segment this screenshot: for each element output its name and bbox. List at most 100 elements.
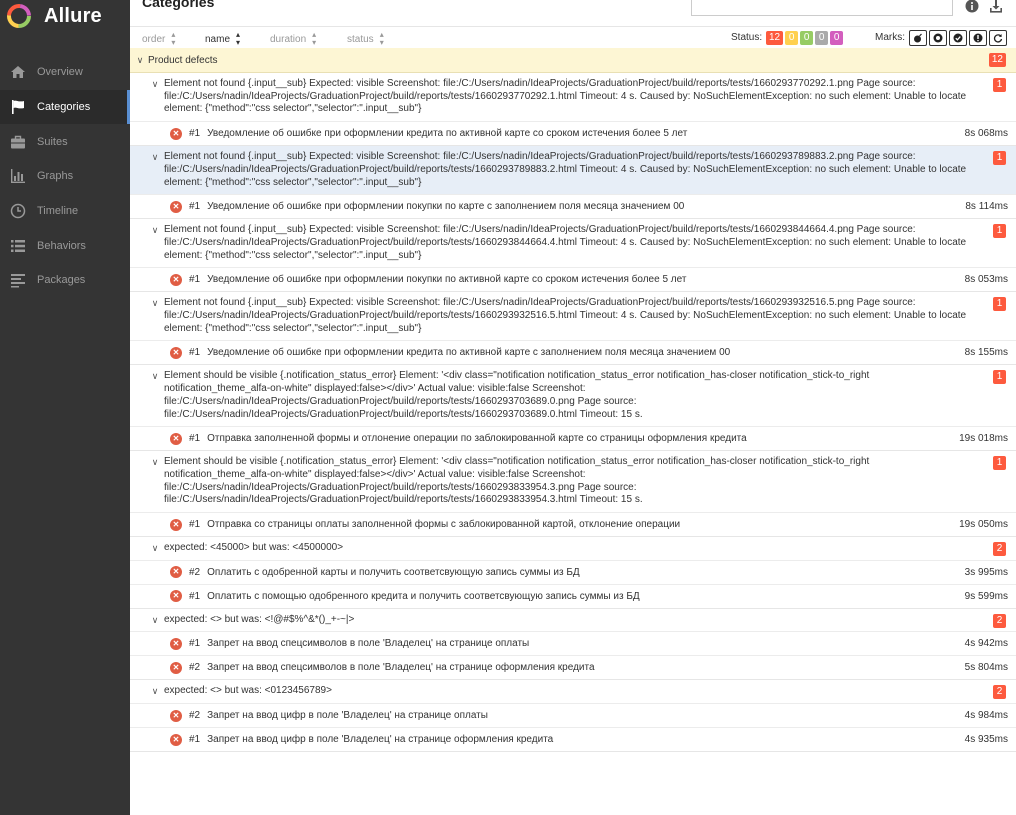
categories-tree: ∨ Product defects 12 ∨ Element not found … [130, 48, 1016, 753]
sort-label: order [142, 33, 166, 45]
category-item: ∨ expected: <> but was: <0123456789> 2 ✕ #2 З… [130, 680, 1016, 753]
status-skipped-toggle[interactable]: 0 [815, 31, 829, 45]
category-message: Element should be visible {.notification… [164, 370, 870, 420]
status-failed-toggle[interactable]: 12 [766, 31, 784, 45]
sort-arrows-icon: ▴ ▾ [236, 30, 241, 47]
test-number: #1 [189, 128, 201, 140]
list-icon [9, 237, 27, 255]
test-row[interactable]: ✕ #2 Оплатить с одобренной карты и получит… [130, 559, 1016, 584]
failed-status-icon: ✕ [170, 637, 182, 650]
category-header[interactable]: ∨ expected: <45000> but was: <4500000> 2 [130, 537, 1016, 560]
test-row[interactable]: ✕ #1 Отправка со страницы оплаты заполненн… [130, 512, 1016, 536]
mark-retries-toggle[interactable] [989, 30, 1007, 46]
failed-status-icon: ✕ [170, 200, 182, 213]
mark-flaky-toggle[interactable] [909, 30, 927, 46]
test-number: #1 [189, 519, 201, 531]
test-row[interactable]: ✕ #2 Запрет на ввод цифр в поле 'Владелец'… [130, 703, 1016, 727]
test-row[interactable]: ✕ #1 Уведомление об ошибке при оформлении … [130, 194, 1016, 218]
test-number: #1 [189, 274, 201, 286]
test-number: #1 [189, 201, 201, 213]
sort-duration[interactable]: duration ▴ ▾ [270, 31, 316, 47]
group-name: Product defects [148, 54, 218, 66]
category-failed-count: 2 [993, 685, 1006, 700]
sort-arrows-icon: ▴ ▾ [379, 30, 384, 47]
search-input[interactable] [691, 0, 953, 16]
sort-status[interactable]: status ▴ ▾ [347, 31, 384, 47]
sort-name[interactable]: name ▴ ▾ [205, 31, 240, 47]
chevron-down-icon: ∨ [151, 371, 159, 382]
test-number: #1 [189, 433, 201, 445]
sidebar-item-overview[interactable]: Overview [0, 55, 130, 90]
chevron-down-icon: ∨ [151, 152, 159, 163]
marks-filter-label: Marks: [875, 32, 905, 43]
category-item: ∨ Element should be visible {.notificatio… [130, 365, 1016, 452]
category-header[interactable]: ∨ Element not found {.input__sub} Expecte… [130, 146, 1016, 195]
test-name: Уведомление об ошибке при оформлении пок… [207, 274, 687, 286]
chevron-down-icon: ∨ [151, 614, 159, 625]
failed-status-icon: ✕ [170, 432, 182, 445]
brand[interactable]: Allure [6, 2, 102, 30]
sidebar-item-behaviors[interactable]: Behaviors [0, 228, 130, 263]
alert-circle-icon [973, 33, 983, 43]
test-row[interactable]: ✕ #1 Запрет на ввод спецсимволов в поле 'В… [130, 631, 1016, 655]
sidebar-item-packages[interactable]: Packages [0, 263, 130, 298]
category-failed-count: 1 [993, 456, 1006, 471]
mark-new-broken-toggle[interactable] [969, 30, 987, 46]
download-icon[interactable] [988, 0, 1004, 14]
sidebar-item-categories[interactable]: Categories [0, 89, 130, 125]
sidebar-item-timeline[interactable]: Timeline [0, 194, 130, 229]
allure-report: Allure Overview Categories Suites Graphs Tim… [0, 0, 1016, 815]
category-message: Element not found {.input__sub} Expected… [164, 151, 967, 188]
test-row[interactable]: ✕ #1 Уведомление об ошибке при оформлении … [130, 340, 1016, 364]
category-header[interactable]: ∨ Element not found {.input__sub} Expecte… [130, 219, 1016, 267]
category-header[interactable]: ∨ expected: <> but was: <!@#$%^&*()_+-~|>… [130, 609, 1016, 632]
bar-chart-icon [9, 167, 27, 185]
category-item: ∨ Element not found {.input__sub} Expecte… [130, 146, 1016, 220]
test-name: Запрет на ввод цифр в поле 'Владелец' на… [207, 710, 488, 722]
sidebar-item-graphs[interactable]: Graphs [0, 159, 130, 194]
bomb-icon [914, 33, 922, 43]
app-name: Allure [44, 4, 102, 27]
category-message: expected: <> but was: <0123456789> [164, 685, 332, 697]
test-name: Уведомление об ошибке при оформлении кре… [207, 128, 688, 140]
category-item: ∨ Element should be visible {.notificatio… [130, 451, 1016, 538]
category-header[interactable]: ∨ Element not found {.input__sub} Expecte… [130, 292, 1016, 340]
test-duration: 4s 942ms [964, 638, 1008, 650]
briefcase-icon [9, 133, 27, 151]
test-row[interactable]: ✕ #1 Оплатить с помощью одобренного кредит… [130, 583, 1016, 608]
category-failed-count: 1 [993, 151, 1006, 166]
group-product-defects[interactable]: ∨ Product defects 12 [130, 48, 1016, 73]
test-row[interactable]: ✕ #1 Запрет на ввод цифр в поле 'Владелец'… [130, 727, 1016, 751]
test-name: Оплатить с одобренной карты и получить с… [207, 566, 580, 578]
mark-new-passed-toggle[interactable] [949, 30, 967, 46]
failed-status-icon: ✕ [170, 127, 182, 140]
category-header[interactable]: ∨ expected: <> but was: <0123456789> 2 [130, 680, 1016, 703]
status-passed-toggle[interactable]: 0 [800, 31, 814, 45]
sort-order[interactable]: order ▴ ▾ [142, 31, 175, 47]
toolbar: order ▴ ▾ name ▴ ▾ duration ▴ ▾ status ▴ ▾ Statu… [130, 26, 1016, 48]
category-list: ∨ Element not found {.input__sub} Expecte… [130, 73, 1016, 753]
status-unknown-toggle[interactable]: 0 [830, 31, 844, 45]
sidebar-item-label: Suites [37, 135, 68, 148]
mark-new-failed-toggle[interactable] [929, 30, 947, 46]
category-header[interactable]: ∨ Element should be visible {.notificatio… [130, 451, 1016, 512]
failed-status-icon: ✕ [170, 273, 182, 286]
test-name: Уведомление об ошибке при оформлении пок… [207, 201, 685, 213]
refresh-icon [993, 34, 1003, 43]
check-circle-icon [953, 33, 963, 43]
info-icon[interactable] [964, 0, 980, 14]
sidebar-item-suites[interactable]: Suites [0, 124, 130, 159]
test-row[interactable]: ✕ #1 Отправка заполненной формы и отлонени… [130, 426, 1016, 450]
clock-icon [9, 202, 27, 220]
new-failed-icon [933, 33, 943, 43]
test-name: Уведомление об ошибке при оформлении кре… [207, 347, 731, 359]
test-row[interactable]: ✕ #1 Уведомление об ошибке при оформлении … [130, 121, 1016, 145]
chevron-down-icon: ∨ [151, 79, 159, 89]
status-broken-toggle[interactable]: 0 [785, 31, 799, 45]
test-row[interactable]: ✕ #1 Уведомление об ошибке при оформлении … [130, 267, 1016, 291]
sidebar-nav: Overview Categories Suites Graphs Timeline Be… [0, 55, 130, 298]
category-header[interactable]: ∨ Element not found {.input__sub} Expecte… [130, 73, 1016, 121]
test-row[interactable]: ✕ #2 Запрет на ввод спецсимволов в поле 'В… [130, 655, 1016, 679]
category-header[interactable]: ∨ Element should be visible {.notificatio… [130, 365, 1016, 426]
test-duration: 8s 053ms [964, 274, 1008, 286]
